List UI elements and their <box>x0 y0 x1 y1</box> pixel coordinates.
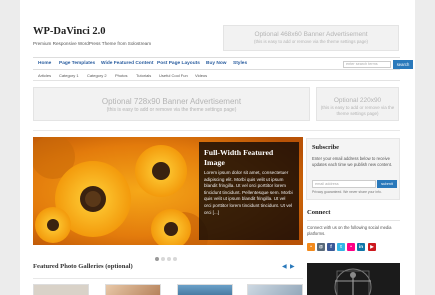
facebook-icon[interactable]: f <box>327 243 335 251</box>
category-item-videos[interactable]: Videos <box>195 73 207 78</box>
nav-item-home[interactable]: Home <box>38 61 51 66</box>
banner-ad-220-title: Optional 220x90 <box>333 97 382 104</box>
site-title[interactable]: WP-DaVinci 2.0 <box>33 26 106 37</box>
subscribe-submit-button[interactable]: submit <box>377 180 397 188</box>
featured-excerpt: Lorem ipsum dolor sit amet, consectetuer… <box>204 170 293 215</box>
sidebar-image[interactable] <box>307 263 400 295</box>
twitter-icon[interactable]: t <box>337 243 345 251</box>
slider-dot[interactable] <box>161 257 165 261</box>
category-item-category-2[interactable]: Category 2 <box>87 73 107 78</box>
divider <box>33 130 400 131</box>
gallery-thumbnail[interactable] <box>33 284 89 295</box>
slider-dot[interactable] <box>155 257 159 261</box>
banner-ad-468-title: Optional 468x60 Banner Advertisement <box>254 31 368 38</box>
gallery-thumbnail[interactable] <box>105 284 161 295</box>
arrow-left-icon[interactable]: ◀ <box>282 263 287 270</box>
featured-title[interactable]: Full-Width Featured Image <box>204 148 294 168</box>
category-item-category-1[interactable]: Category 1 <box>59 73 79 78</box>
connect-text: Connect with us on the following social … <box>307 225 392 236</box>
category-navigation: Articles Category 1 Category 2 Photos Tu… <box>33 71 400 81</box>
nav-item-buy-now[interactable]: Buy Now <box>206 61 227 66</box>
featured-caption: Full-Width Featured Image Lorem ipsum do… <box>199 142 299 240</box>
main-navigation: Home Page Templates Wide Featured Conten… <box>33 57 413 70</box>
vitruvian-image <box>307 263 400 295</box>
page-container: WP-DaVinci 2.0 Premium Responsive WordPr… <box>20 0 415 295</box>
nav-item-page-templates[interactable]: Page Templates <box>59 61 95 66</box>
banner-ad-220[interactable]: Optional 220x90 (this is easy to add or … <box>316 87 399 121</box>
banner-ad-728[interactable]: Optional 728x90 Banner Advertisement (th… <box>33 87 310 121</box>
gallery-thumbnail[interactable] <box>177 284 233 295</box>
linkedin-icon[interactable]: in <box>357 243 365 251</box>
banner-ad-728-title: Optional 728x90 Banner Advertisement <box>101 97 242 106</box>
nav-item-post-page-layouts[interactable]: Post Page Layouts <box>157 61 200 66</box>
subscribe-widget: Subscribe Enter your email address below… <box>306 138 400 200</box>
connect-title: Connect <box>307 209 331 216</box>
divider <box>307 220 400 221</box>
rss-icon[interactable]: • <box>307 243 315 251</box>
slider-dot[interactable] <box>167 257 171 261</box>
divider <box>33 278 303 279</box>
banner-ad-468[interactable]: Optional 468x60 Banner Advertisement (th… <box>223 25 399 51</box>
subscribe-text: Enter your email address below to receiv… <box>312 156 393 167</box>
search-input[interactable]: enter search terms <box>343 61 391 68</box>
email-icon[interactable]: @ <box>317 243 325 251</box>
search-button[interactable]: search <box>393 60 413 69</box>
youtube-icon[interactable]: ▶ <box>368 243 376 251</box>
gallery-thumbnail[interactable] <box>247 284 303 295</box>
nav-item-styles[interactable]: Styles <box>233 61 247 66</box>
category-item-useful-cool-fun[interactable]: Useful Cool Fun <box>159 73 188 78</box>
nav-item-wide-featured-content[interactable]: Wide Featured Content <box>101 61 153 66</box>
category-item-tutorials[interactable]: Tutorials <box>136 73 151 78</box>
banner-ad-468-subtitle: (this is easy to add or remove via the t… <box>254 39 368 44</box>
flickr-icon[interactable]: • <box>347 243 355 251</box>
banner-ad-220-subtitle: (this is easy to add or remove via the t… <box>320 105 395 116</box>
gallery-title: Featured Photo Galleries (optional) <box>33 263 133 270</box>
featured-slider[interactable]: Full-Width Featured Image Lorem ipsum do… <box>33 137 303 245</box>
arrow-right-icon[interactable]: ▶ <box>290 263 295 270</box>
privacy-note: Privacy guaranteed. We never share your … <box>312 190 382 194</box>
category-item-photos[interactable]: Photos <box>115 73 127 78</box>
banner-ad-728-subtitle: (this is easy to add or remove via the t… <box>106 107 237 113</box>
site-description: Premium Responsive WordPress Theme from … <box>33 41 152 46</box>
slider-pagination <box>155 248 179 266</box>
slider-dot[interactable] <box>173 257 177 261</box>
subscribe-title: Subscribe <box>312 144 339 151</box>
category-item-articles[interactable]: Articles <box>38 73 51 78</box>
email-field[interactable]: email address <box>312 180 376 188</box>
